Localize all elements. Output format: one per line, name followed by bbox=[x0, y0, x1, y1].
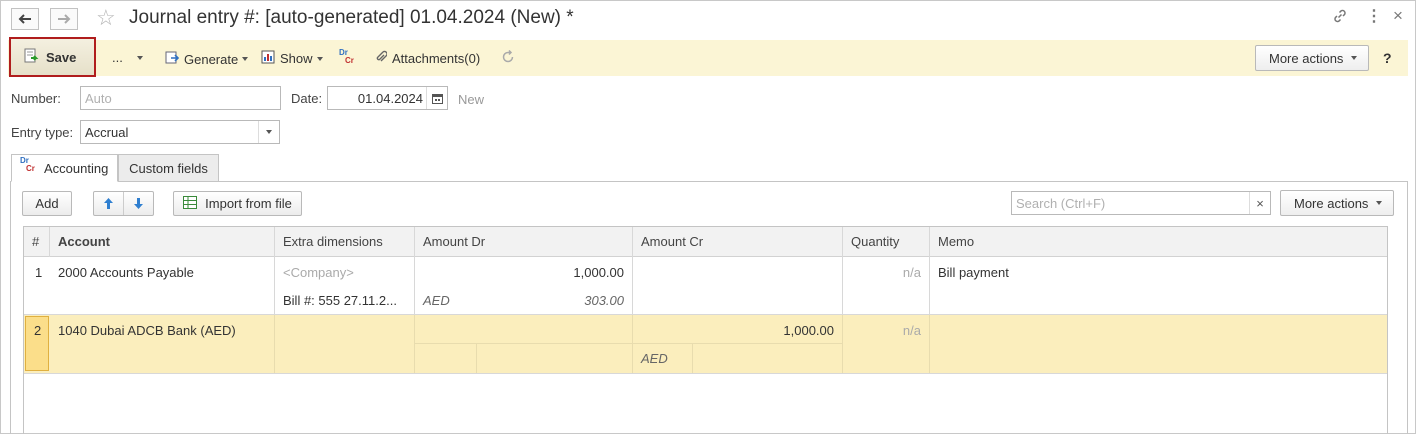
table-header: # Account Extra dimensions Amount Dr Amo… bbox=[24, 227, 1387, 257]
report-icon bbox=[261, 50, 275, 67]
close-icon[interactable]: × bbox=[1393, 6, 1403, 26]
entry-type-select[interactable]: Accrual bbox=[80, 120, 280, 144]
amount-cr-cell[interactable]: 1,000.00 bbox=[632, 323, 834, 338]
save-icon bbox=[23, 48, 39, 67]
show-label: Show bbox=[280, 51, 313, 66]
date-value: 01.04.2024 bbox=[357, 90, 423, 106]
column-header-extra-dimensions[interactable]: Extra dimensions bbox=[283, 227, 383, 257]
search-input[interactable]: Search (Ctrl+F) bbox=[1011, 191, 1271, 215]
chevron-down-icon bbox=[242, 57, 249, 61]
number-label: Number: bbox=[11, 91, 61, 106]
more-dots-label: ... bbox=[112, 50, 123, 65]
currency-dr-cell[interactable]: AED bbox=[423, 293, 450, 308]
generate-button[interactable]: Generate bbox=[165, 50, 249, 68]
back-button[interactable] bbox=[11, 8, 39, 30]
tab-accounting[interactable]: Dr Cr Accounting bbox=[11, 154, 118, 182]
account-cell[interactable]: 1040 Dubai ADCB Bank (AED) bbox=[58, 323, 236, 338]
number-placeholder: Auto bbox=[85, 90, 112, 106]
more-actions-label: More actions bbox=[1294, 195, 1369, 211]
chevron-down-icon bbox=[1376, 201, 1383, 205]
tab-custom-fields[interactable]: Custom fields bbox=[118, 154, 219, 182]
account-cell[interactable]: 2000 Accounts Payable bbox=[58, 265, 194, 280]
import-label: Import from file bbox=[205, 196, 292, 211]
help-button[interactable]: ? bbox=[1383, 50, 1392, 66]
forward-button[interactable] bbox=[50, 8, 78, 30]
move-up-icon[interactable] bbox=[94, 192, 124, 215]
more-vertical-icon[interactable]: ⋮ bbox=[1366, 6, 1382, 26]
save-button[interactable]: Save bbox=[9, 37, 96, 77]
search-placeholder: Search (Ctrl+F) bbox=[1016, 195, 1106, 211]
currency-amount-dr-cell[interactable]: 303.00 bbox=[524, 293, 624, 308]
save-label: Save bbox=[46, 49, 77, 65]
attachments-label: Attachments(0) bbox=[392, 51, 481, 66]
column-header-num[interactable]: # bbox=[32, 227, 39, 257]
dr-cr-icon: Dr Cr bbox=[20, 156, 38, 177]
row-number: 2 bbox=[34, 323, 42, 338]
quantity-cell[interactable]: n/a bbox=[842, 265, 921, 280]
chevron-down-icon bbox=[136, 55, 143, 60]
page-title: Journal entry #: [auto-generated] 01.04.… bbox=[129, 7, 574, 28]
cr-label: Cr bbox=[345, 56, 354, 65]
more-actions-button[interactable]: More actions bbox=[1255, 45, 1370, 71]
chevron-down-icon bbox=[1351, 56, 1358, 60]
generate-label: Generate bbox=[184, 51, 239, 67]
arrow-right-icon bbox=[57, 12, 71, 27]
extra-dimension-company[interactable]: <Company> bbox=[283, 265, 354, 280]
calendar-icon[interactable] bbox=[426, 87, 447, 109]
entry-type-label: Entry type: bbox=[11, 125, 74, 140]
column-header-account[interactable]: Account bbox=[58, 227, 110, 257]
entries-table: # Account Extra dimensions Amount Dr Amo… bbox=[23, 226, 1388, 434]
move-down-icon[interactable] bbox=[124, 192, 153, 215]
number-field[interactable]: Auto bbox=[80, 86, 281, 110]
paperclip-icon bbox=[375, 50, 388, 67]
chevron-down-icon bbox=[316, 56, 323, 61]
more-actions-label: More actions bbox=[1269, 50, 1344, 66]
column-header-quantity[interactable]: Quantity bbox=[851, 227, 899, 257]
dr-cr-icon[interactable]: Dr Cr bbox=[339, 48, 359, 68]
show-button[interactable]: Show bbox=[261, 50, 323, 67]
cr-label: Cr bbox=[26, 164, 35, 173]
attachments-button[interactable]: Attachments(0) bbox=[375, 50, 480, 67]
column-header-amount-dr[interactable]: Amount Dr bbox=[423, 227, 485, 257]
currency-cr-cell[interactable]: AED bbox=[641, 351, 668, 366]
table-icon bbox=[183, 195, 198, 212]
row-number: 1 bbox=[35, 265, 43, 280]
entry-type-value: Accrual bbox=[85, 124, 129, 140]
extra-dimension-bill[interactable]: Bill #: 555 27.11.2... bbox=[283, 293, 397, 308]
status-badge: New bbox=[458, 92, 485, 107]
generate-icon bbox=[165, 50, 180, 68]
tab-label: Accounting bbox=[44, 160, 109, 176]
arrow-left-icon bbox=[18, 12, 32, 27]
column-header-amount-cr[interactable]: Amount Cr bbox=[641, 227, 703, 257]
refresh-icon[interactable] bbox=[501, 50, 515, 64]
import-from-file-button[interactable]: Import from file bbox=[173, 191, 302, 216]
add-button[interactable]: Add bbox=[22, 191, 72, 216]
clear-search-button[interactable]: × bbox=[1249, 192, 1270, 214]
more-commands-button[interactable]: ... bbox=[112, 50, 143, 65]
tab-label: Custom fields bbox=[129, 160, 208, 176]
chevron-down-icon[interactable] bbox=[258, 121, 279, 143]
grid-more-actions-button[interactable]: More actions bbox=[1280, 190, 1395, 216]
amount-dr-cell[interactable]: 1,000.00 bbox=[414, 265, 624, 280]
link-icon[interactable] bbox=[1332, 8, 1348, 28]
memo-cell[interactable]: Bill payment bbox=[938, 265, 1009, 280]
column-header-memo[interactable]: Memo bbox=[938, 227, 974, 257]
move-buttons bbox=[93, 191, 154, 216]
quantity-cell[interactable]: n/a bbox=[842, 323, 921, 338]
date-label: Date: bbox=[291, 91, 323, 106]
favorite-star-icon[interactable]: ☆ bbox=[96, 6, 116, 30]
